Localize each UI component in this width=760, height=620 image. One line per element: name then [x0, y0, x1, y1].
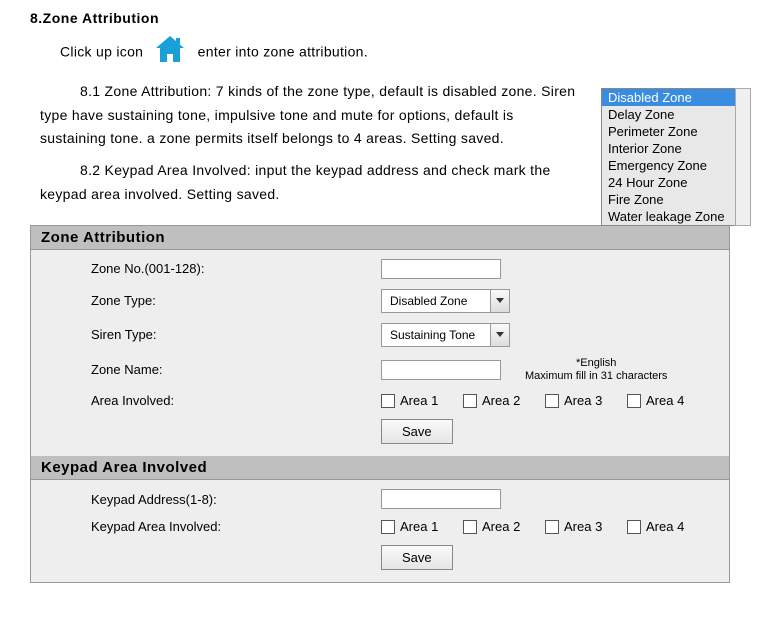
kp-area1-checkbox[interactable]: Area 1 — [381, 519, 463, 534]
kp-area1-label: Area 1 — [400, 519, 438, 534]
zone-type-option[interactable]: Emergency Zone — [602, 157, 750, 174]
zone-type-option[interactable]: 24 Hour Zone — [602, 174, 750, 191]
paragraph-82: 8.2 Keypad Area Involved: input the keyp… — [40, 159, 580, 207]
zone-no-input[interactable] — [381, 259, 501, 279]
zone-type-label: Zone Type: — [91, 293, 381, 308]
area-involved-label: Area Involved: — [91, 393, 381, 408]
keypad-address-label: Keypad Address(1-8): — [91, 492, 381, 507]
intro-after: enter into zone attribution. — [198, 44, 368, 60]
area3-label: Area 3 — [564, 393, 602, 408]
kp-area4-checkbox[interactable]: Area 4 — [627, 519, 709, 534]
zone-type-option[interactable]: Perimeter Zone — [602, 123, 750, 140]
chevron-down-icon[interactable] — [490, 290, 509, 312]
zone-type-option[interactable]: Delay Zone — [602, 106, 750, 123]
panel-section-title-zone: Zone Attribution — [31, 226, 729, 250]
zone-no-label: Zone No.(001-128): — [91, 261, 381, 276]
config-panel: Zone Attribution Zone No.(001-128): Zone… — [30, 225, 730, 583]
intro-paragraph: Click up icon enter into zone attributio… — [60, 34, 580, 72]
zone-name-hint-top: *English — [525, 357, 667, 370]
area2-label: Area 2 — [482, 393, 520, 408]
section-heading: 8.Zone Attribution — [30, 10, 740, 26]
zone-name-hint: *English Maximum fill in 31 characters — [525, 357, 667, 383]
siren-type-label: Siren Type: — [91, 327, 381, 342]
zone-type-listbox[interactable]: Disabled Zone Delay Zone Perimeter Zone … — [601, 88, 750, 226]
zone-type-select[interactable]: Disabled Zone — [381, 289, 510, 313]
zone-type-option[interactable]: Water leakage Zone — [602, 208, 750, 225]
zone-type-option[interactable]: Interior Zone — [602, 140, 750, 157]
save-button[interactable]: Save — [381, 419, 453, 444]
intro-before: Click up icon — [60, 44, 143, 60]
house-icon — [153, 34, 187, 72]
keypad-area-label: Keypad Area Involved: — [91, 519, 381, 534]
paragraph-81: 8.1 Zone Attribution: 7 kinds of the zon… — [40, 80, 580, 151]
siren-type-value: Sustaining Tone — [382, 328, 490, 342]
area1-checkbox[interactable]: Area 1 — [381, 393, 463, 408]
keypad-address-input[interactable] — [381, 489, 501, 509]
chevron-down-icon[interactable] — [490, 324, 509, 346]
kp-area3-checkbox[interactable]: Area 3 — [545, 519, 627, 534]
kp-area2-checkbox[interactable]: Area 2 — [463, 519, 545, 534]
scrollbar[interactable] — [735, 88, 751, 226]
siren-type-select[interactable]: Sustaining Tone — [381, 323, 510, 347]
save-button[interactable]: Save — [381, 545, 453, 570]
area4-label: Area 4 — [646, 393, 684, 408]
area3-checkbox[interactable]: Area 3 — [545, 393, 627, 408]
area2-checkbox[interactable]: Area 2 — [463, 393, 545, 408]
area1-label: Area 1 — [400, 393, 438, 408]
area4-checkbox[interactable]: Area 4 — [627, 393, 709, 408]
zone-type-value: Disabled Zone — [382, 294, 490, 308]
kp-area2-label: Area 2 — [482, 519, 520, 534]
zone-type-option[interactable]: Fire Zone — [602, 191, 750, 208]
kp-area3-label: Area 3 — [564, 519, 602, 534]
zone-type-option[interactable]: Disabled Zone — [602, 89, 750, 106]
zone-name-label: Zone Name: — [91, 362, 381, 377]
kp-area4-label: Area 4 — [646, 519, 684, 534]
panel-section-title-keypad: Keypad Area Involved — [31, 456, 729, 480]
zone-name-input[interactable] — [381, 360, 501, 380]
zone-name-hint-bot: Maximum fill in 31 characters — [525, 370, 667, 383]
